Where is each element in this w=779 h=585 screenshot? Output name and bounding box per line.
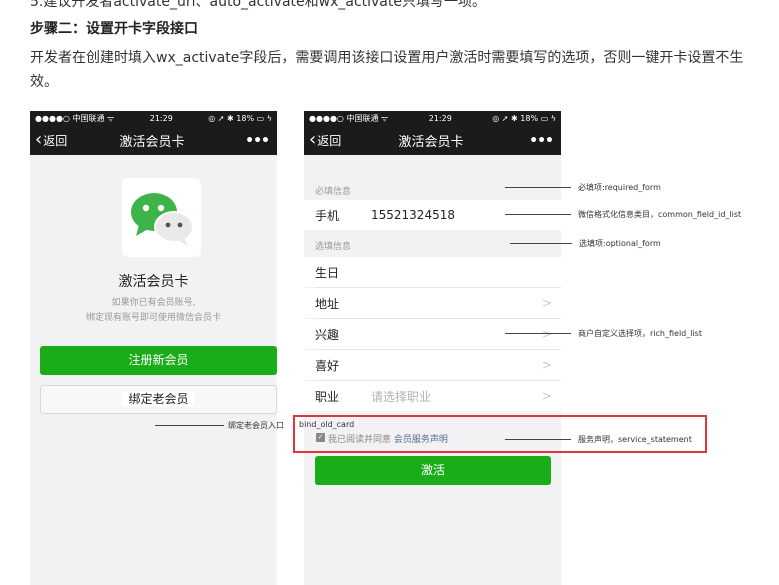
chevron-right-icon: > — [541, 327, 552, 341]
optional-section-label: 选填信息 — [315, 242, 352, 252]
annotation-required-form: 必填项:required_form — [578, 183, 661, 192]
interest-label: 兴趣 — [315, 327, 340, 342]
cut-off-text-line: 5.建议开发者activate_url、auto_activate和wx_act… — [30, 0, 486, 10]
status-bar: ●●●●○ 中国联通 ᯤ 21:29 ◎ ➚ ✱ 18% ▭ ϟ — [304, 111, 561, 126]
interest-field-row[interactable]: 兴趣 > — [304, 319, 561, 349]
annotation-line — [505, 439, 571, 440]
right-phone-screenshot: ●●●●○ 中国联通 ᯤ 21:29 ◎ ➚ ✱ 18% ▭ ϟ ‹ 返回 激活… — [304, 111, 561, 585]
bind-old-member-label: 绑定老会员 — [122, 392, 195, 406]
activate-button[interactable]: 激活 — [315, 456, 551, 485]
annotation-line — [505, 187, 571, 188]
phone-field-row[interactable]: 手机 15521324518 — [304, 200, 561, 230]
hobby-field-row[interactable]: 喜好 > — [304, 350, 561, 380]
more-menu-button[interactable]: ••• — [209, 133, 270, 149]
address-field-row[interactable]: 地址 > — [304, 288, 561, 318]
birthday-field-row[interactable]: 生日 — [304, 257, 561, 287]
annotation-optional-form: 选填项:optional_form — [579, 239, 661, 248]
annotation-rich-field: 商户自定义选择项，rich_field_list — [578, 329, 702, 338]
chevron-right-icon: > — [541, 296, 552, 310]
description-paragraph: 开发者在创建时填入wx_activate字段后，需要调用该接口设置用户激活时需要… — [30, 50, 744, 90]
annotation-bind-old-card: bind_old_card — [299, 420, 355, 429]
annotation-line — [510, 243, 572, 244]
carrier-signal: ●●●●○ 中国联通 ᯤ — [35, 114, 115, 123]
nav-bar: ‹ 返回 激活会员卡 ••• — [304, 126, 561, 155]
nav-title: 激活会员卡 — [119, 135, 185, 150]
battery-status: ◎ ➚ ✱ 18% ▭ ϟ — [208, 114, 272, 123]
birthday-label: 生日 — [315, 265, 340, 280]
step-title: 步骤二：设置开卡字段接口 — [30, 21, 198, 37]
back-button[interactable]: ‹ 返回 — [35, 128, 95, 150]
card-subtitle-line2: 绑定现有账号即可使用微信会员卡 — [85, 313, 221, 323]
chevron-right-icon: > — [541, 358, 552, 372]
status-time: 21:29 — [149, 114, 173, 123]
annotation-line — [505, 214, 571, 215]
phone-field-label: 手机 — [315, 208, 340, 223]
back-label: 返回 — [317, 134, 342, 148]
address-label: 地址 — [315, 296, 340, 311]
nav-title: 激活会员卡 — [398, 135, 464, 150]
nav-bar: ‹ 返回 激活会员卡 ••• — [30, 126, 277, 155]
back-button[interactable]: ‹ 返回 — [309, 128, 369, 150]
annotation-line — [155, 425, 224, 426]
annotation-bind-entry: 绑定老会员入口 — [228, 421, 284, 430]
phone-field-value: 15521324518 — [371, 208, 455, 222]
annotation-common-field: 微信格式化信息类目，common_field_id_list — [578, 210, 742, 219]
battery-status: ◎ ➚ ✱ 18% ▭ ϟ — [492, 114, 556, 123]
bind-old-member-button[interactable]: 绑定老会员 — [40, 385, 277, 414]
required-section-label: 必填信息 — [315, 187, 352, 197]
carrier-signal: ●●●●○ 中国联通 ᯤ — [309, 114, 389, 123]
more-menu-button[interactable]: ••• — [493, 133, 554, 149]
occupation-field-row[interactable]: 职业 请选择职业 > — [304, 381, 561, 411]
chevron-left-icon: ‹ — [309, 128, 317, 150]
register-new-member-button[interactable]: 注册新会员 — [40, 346, 277, 375]
left-phone-screenshot: ●●●●○ 中国联通 ᯤ 21:29 ◎ ➚ ✱ 18% ▭ ϟ ‹ 返回 激活… — [30, 111, 277, 585]
card-title: 激活会员卡 — [118, 274, 189, 290]
back-label: 返回 — [43, 134, 68, 148]
status-time: 21:29 — [428, 114, 452, 123]
occupation-placeholder: 请选择职业 — [371, 389, 432, 404]
hobby-label: 喜好 — [315, 358, 340, 373]
occupation-label: 职业 — [315, 389, 340, 404]
wechat-logo-icon — [131, 193, 194, 246]
chevron-left-icon: ‹ — [35, 128, 43, 150]
wechat-logo — [122, 178, 201, 257]
annotation-service-statement: 服务声明，service_statement — [578, 435, 692, 444]
annotation-line — [505, 333, 571, 334]
card-subtitle-line1: 如果你已有会员账号, — [111, 298, 196, 308]
status-bar: ●●●●○ 中国联通 ᯤ 21:29 ◎ ➚ ✱ 18% ▭ ϟ — [30, 111, 277, 126]
chevron-right-icon: > — [541, 389, 552, 403]
